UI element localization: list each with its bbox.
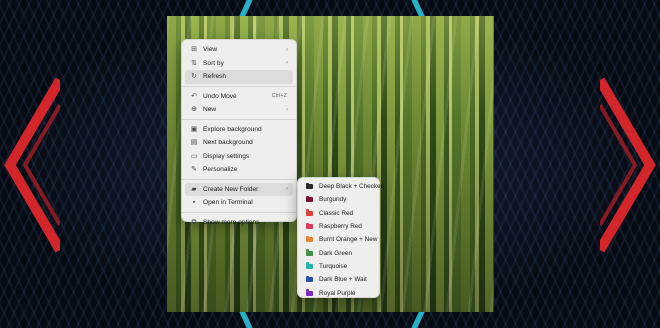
shortcut-label: Ctrl+Z <box>271 93 287 100</box>
folder-raspberry-icon <box>306 222 313 230</box>
menu-item-personalize[interactable]: ✎ Personalize <box>185 163 293 177</box>
chevron-right-icon: › <box>286 106 288 113</box>
new-icon: ⊕ <box>191 106 197 114</box>
create-folder-submenu: Deep Black + Checked Burgundy Classic Re… <box>297 177 384 299</box>
menu-item-view[interactable]: ⊞ View › <box>185 43 293 57</box>
submenu-item-deep-black[interactable]: Deep Black + Checked <box>301 180 384 193</box>
menu-item-explore-background[interactable]: ▣ Explore background <box>185 123 293 137</box>
menu-item-next-background[interactable]: ▤ Next background <box>185 136 293 150</box>
menu-item-new[interactable]: ⊕ New › <box>185 103 293 117</box>
folder-black-icon <box>306 182 313 190</box>
submenu-item-dark-green[interactable]: Dark Green <box>301 246 376 259</box>
chevron-right-icon: › <box>286 46 288 53</box>
folder-red-icon <box>306 209 313 216</box>
submenu-item-turquoise[interactable]: Turquoise <box>301 260 376 273</box>
display-icon: ▭ <box>190 152 198 160</box>
menu-item-show-more-options[interactable]: ⧉ Show more options <box>185 216 293 230</box>
menu-separator <box>182 179 296 180</box>
menu-item-refresh[interactable]: ↻ Refresh <box>185 70 293 84</box>
submenu-item-classic-red[interactable]: Classic Red <box>301 207 376 220</box>
undo-icon: ↶ <box>191 92 197 100</box>
folder-plus-icon: ▰ <box>191 185 197 193</box>
submenu-item-royal-purple[interactable]: Royal Purple <box>301 286 376 299</box>
menu-item-sort-by[interactable]: ⇅ Sort by › <box>185 57 293 71</box>
menu-item-display-settings[interactable]: ▭ Display settings <box>185 150 293 164</box>
left-chevron-decoration <box>4 77 60 253</box>
next-image-icon: ▤ <box>190 139 198 147</box>
menu-item-open-in-terminal[interactable]: ▪ Open in Terminal <box>185 196 293 210</box>
chevron-right-icon: › <box>286 60 288 67</box>
brush-icon: ✎ <box>191 166 197 174</box>
chevron-right-icon: › <box>286 186 288 193</box>
folder-turquoise-icon <box>306 262 313 269</box>
folder-purple-icon <box>306 289 313 296</box>
image-icon: ▣ <box>190 125 198 133</box>
folder-orange-icon <box>306 235 313 243</box>
folder-blue-icon <box>306 275 313 283</box>
folder-burgundy-icon <box>306 195 313 203</box>
menu-separator <box>182 119 296 120</box>
grid-icon: ⊞ <box>191 46 197 54</box>
menu-item-undo-move[interactable]: ↶ Undo Move Ctrl+Z <box>185 90 293 104</box>
submenu-item-burgundy[interactable]: Burgundy <box>301 193 376 206</box>
right-chevron-decoration <box>600 77 656 253</box>
menu-separator <box>182 86 296 87</box>
menu-separator <box>182 212 296 213</box>
refresh-icon: ↻ <box>191 73 197 81</box>
menu-item-create-new-folder[interactable]: ▰ Create New Folder › <box>185 182 293 196</box>
submenu-item-dark-blue[interactable]: Dark Blue + Wait <box>301 273 376 286</box>
more-options-icon: ⧉ <box>191 218 197 226</box>
submenu-item-burnt-orange[interactable]: Burnt Orange + New <box>301 233 377 246</box>
submenu-item-raspberry-red[interactable]: Raspberry Red <box>301 220 376 233</box>
desktop-context-menu: ⊞ View › ⇅ Sort by › ↻ Refresh ↶ Undo Mo… <box>181 39 297 226</box>
sort-icon: ⇅ <box>191 59 197 67</box>
terminal-icon: ▪ <box>192 199 196 207</box>
folder-green-icon <box>306 249 313 256</box>
